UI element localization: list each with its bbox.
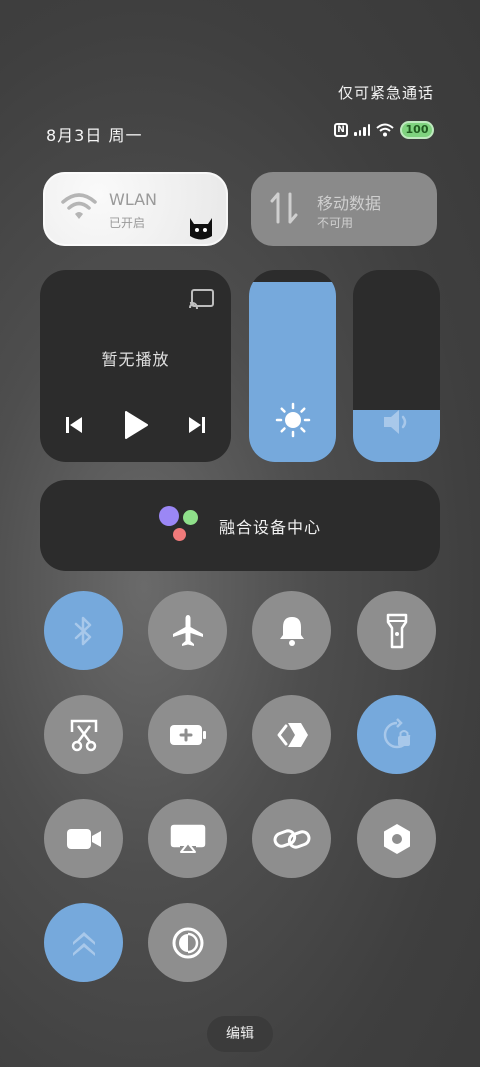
link-toggle[interactable] [252,799,331,878]
dark-mode-toggle[interactable] [148,903,227,982]
bell-icon [279,616,304,646]
wlan-tile[interactable]: WLAN 已开启 [43,172,228,246]
screen-record-toggle[interactable] [44,799,123,878]
signal-icon [354,124,370,136]
mobile-data-subtitle: 不可用 [317,216,354,230]
screencast-icon [170,824,205,853]
ringer-toggle[interactable] [252,591,331,670]
bluetooth-icon [74,616,91,645]
cat-sticker-icon [190,218,212,240]
nfc-icon: N [334,123,348,137]
sun-icon [275,402,310,438]
battery-saver-toggle[interactable] [148,695,227,774]
wifi-icon [61,193,97,219]
rotation-lock-icon [383,717,410,748]
settings-toggle[interactable] [357,799,436,878]
play-icon[interactable] [123,410,149,440]
date-label: 8月3日 周一 [46,126,143,145]
mobile-data-tile[interactable]: 移动数据 不可用 [251,172,437,246]
battery-plus-icon [169,724,206,745]
bluetooth-toggle[interactable] [44,591,123,670]
next-icon[interactable] [187,415,207,435]
hexagon-settings-icon [383,823,410,854]
battery-icon: 100 [400,121,434,139]
wlan-subtitle: 已开启 [109,216,146,230]
share-toggle[interactable] [252,695,331,774]
flashlight-icon [386,613,407,648]
volume-slider[interactable] [353,270,440,462]
media-title: 暂无播放 [101,350,170,369]
edit-button[interactable]: 编辑 [207,1016,273,1052]
flashlight-toggle[interactable] [357,591,436,670]
speaker-icon [383,410,406,434]
airplane-mode-toggle[interactable] [148,591,227,670]
projection-toggle[interactable] [148,799,227,878]
scissors-icon [70,719,97,751]
fusion-device-center-label: 融合设备中心 [218,517,321,537]
contrast-icon [172,927,203,958]
rotation-lock-toggle[interactable] [357,695,436,774]
link-icon [273,828,310,849]
double-chevron-up-icon [72,931,95,956]
data-arrows-icon [270,192,298,224]
status-bar-icons: N 100 [334,121,434,139]
mobile-data-title: 移动数据 [317,194,382,213]
previous-icon[interactable] [64,415,84,435]
media-player-card[interactable]: 暂无播放 [40,270,231,462]
emergency-calls-only-label: 仅可紧急通话 [337,84,434,102]
wifi-status-icon [376,123,394,137]
fusion-device-icon [158,505,203,546]
wlan-title: WLAN [109,190,158,209]
video-camera-icon [66,828,101,849]
fusion-device-center-card[interactable]: 融合设备中心 [40,480,440,571]
performance-mode-toggle[interactable] [44,903,123,982]
screenshot-toggle[interactable] [44,695,123,774]
brightness-slider[interactable] [249,270,336,462]
airplane-icon [172,614,203,646]
media-controls [64,410,207,440]
share-diamond-icon [277,722,308,747]
cast-icon[interactable] [189,288,215,310]
